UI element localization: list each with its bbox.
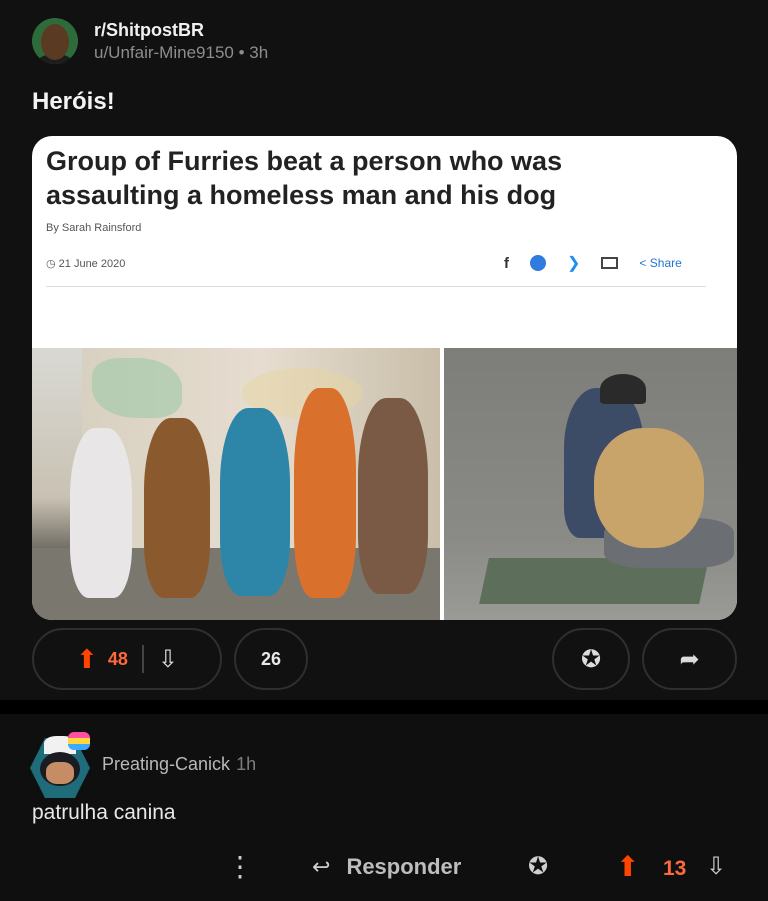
downvote-icon[interactable]: ⇩ [706,852,726,881]
commenter-avatar[interactable] [30,732,90,798]
furry-costume [358,398,428,594]
furry-costume [70,428,132,598]
vote-separator [141,645,144,673]
dog [594,428,704,548]
author-line: u/Unfair-Mine9150 • 3h [94,42,269,62]
award-button[interactable]: ✪ [552,628,630,690]
article-date: ◷ 21 June 2020 [46,258,126,270]
author-avatar[interactable] [32,18,78,64]
cap [600,374,646,404]
furries-photo [32,348,440,620]
pride-flag-icon [68,732,90,750]
avatar-face [41,24,69,60]
twitter-icon: ❯ [567,255,581,272]
article-share-row: f ❯ < Share [504,253,682,273]
furry-costume [144,418,210,598]
author-link[interactable]: u/Unfair-Mine9150 [94,43,234,62]
article-byline: By Sarah Rainsford [46,222,142,234]
post-title[interactable]: Heróis! [32,88,115,116]
comment-body: patrulha canina [32,801,176,824]
graffiti-mark [92,358,182,418]
comment: Preating-Canick 1h patrulha canina ⋮ ↩ Re… [0,714,768,901]
comment-upvote-count: 13 [663,857,687,880]
share-icon: ➦ [679,645,700,673]
article-headline: Group of Furries beat a person who was a… [46,146,563,210]
comment-header: Preating-Canick 1h [102,754,256,775]
post-header: r/ShitpostBR u/Unfair-Mine9150 • 3h [32,16,268,66]
post-meta: r/ShitpostBR u/Unfair-Mine9150 • 3h [94,20,268,63]
upvote-icon[interactable]: ⬆ [76,644,98,675]
downvote-icon[interactable]: ⇩ [158,645,178,674]
award-icon: ✪ [580,645,602,673]
vote-control: ⬆ 48 ⇩ [32,628,222,690]
comment-actions: ⋮ ↩ Responder ✪ ⬆ 13 ⇩ [0,850,768,890]
share-arrow-icon: < [639,256,647,270]
comment-count: 26 [260,648,282,669]
email-icon [601,257,619,269]
homeless-man-photo [444,348,737,620]
commenter-username[interactable]: Preating-Canick [102,754,230,774]
subreddit-link[interactable]: r/ShitpostBR [94,20,268,41]
article-share: < Share [639,256,681,270]
messenger-icon [530,255,546,271]
upvote-icon[interactable]: ⬆ [616,850,639,883]
post-image[interactable]: Group of Furries beat a person who was a… [32,136,737,620]
furry-costume [220,408,290,596]
share-button[interactable]: ➦ [642,628,737,690]
comments-button[interactable]: 26 [234,628,308,690]
comment-age: 1h [236,754,257,774]
facebook-icon: f [504,254,509,272]
article-share-label: Share [649,256,682,270]
post-actions: ⬆ 48 ⇩ 26 ✪ ➦ [32,628,737,692]
more-options-icon[interactable]: ⋮ [226,850,254,884]
post-age: 3h [249,42,269,62]
article-divider [46,286,706,287]
article-date-text: 21 June 2020 [58,258,126,270]
avatar-face [46,762,74,784]
section-divider [0,700,768,714]
reply-button[interactable]: ↩ Responder [312,854,461,880]
award-icon[interactable]: ✪ [528,852,548,881]
upvote-count: 48 [107,648,128,669]
furry-costume [294,388,356,598]
post-card: r/ShitpostBR u/Unfair-Mine9150 • 3h Heró… [0,0,768,700]
reply-icon: ↩ [312,854,331,879]
reply-label: Responder [346,854,462,879]
